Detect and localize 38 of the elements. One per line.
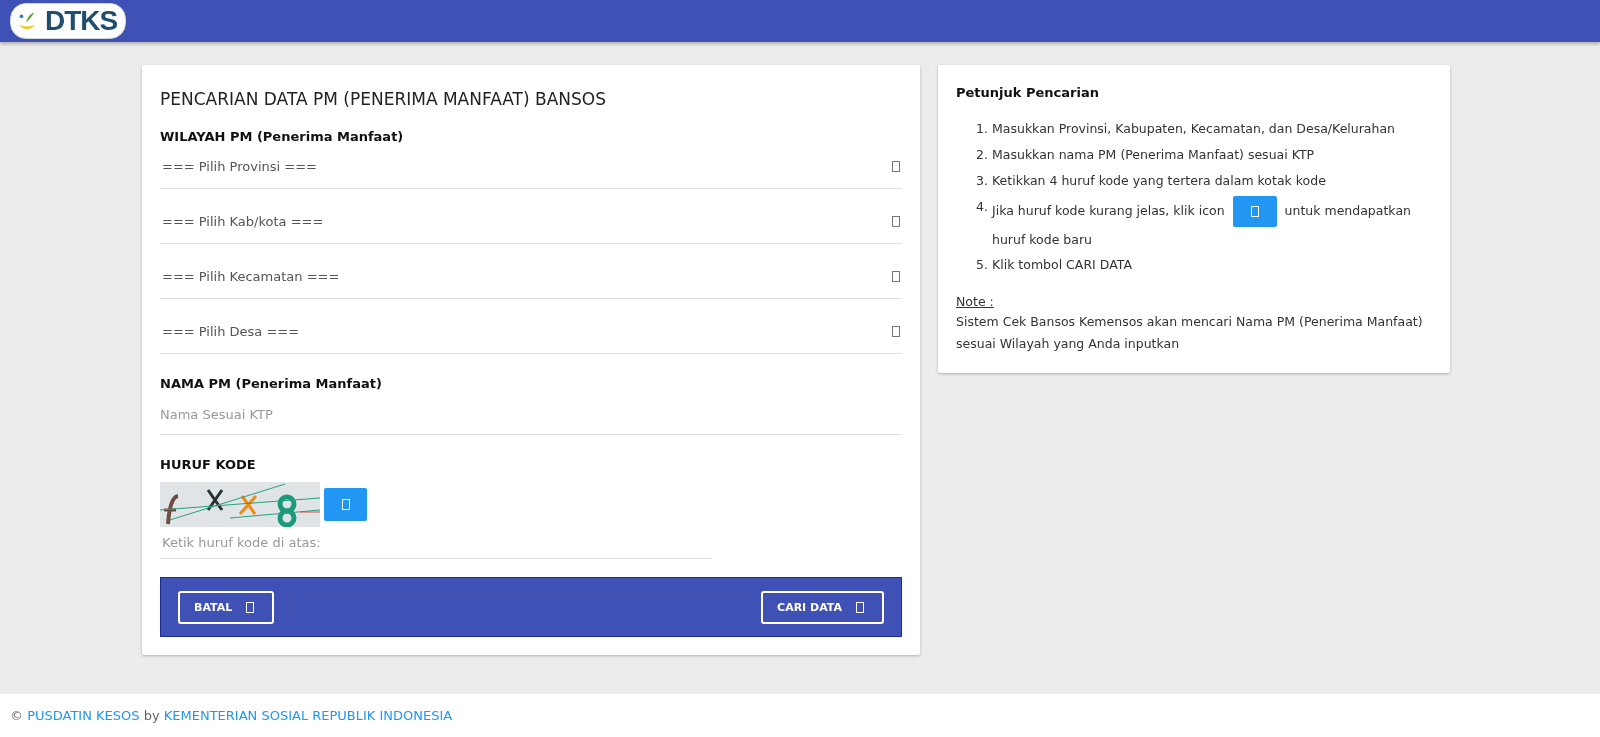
refresh-button[interactable] — [324, 488, 367, 521]
region-label: WILAYAH PM (Penerima Manfaat) — [160, 129, 405, 144]
step-text: huruf kode baru — [992, 231, 1092, 249]
rectangle-icon — [341, 499, 350, 510]
select-field[interactable]: === Pilih Kecamatan === — [160, 254, 902, 299]
note-label: Note : — [956, 294, 995, 309]
cancel-button[interactable]: BATAL — [178, 590, 275, 624]
instructions-title: Petunjuk Pencarian — [956, 85, 1100, 100]
search-button[interactable]: CARI DATA — [761, 590, 884, 624]
rectangle-icon — [892, 160, 900, 172]
step-text: Klik tombol CARI DATA — [992, 256, 1132, 274]
logo-text: DTKS — [44, 6, 119, 36]
step-text: untuk mendapatkan — [1284, 202, 1411, 220]
select-field[interactable]: === Pilih Desa === — [160, 309, 902, 354]
select-field[interactable]: === Pilih Kab/kota === — [160, 199, 902, 244]
step-text: Ketikkan 4 huruf kode yang tertera dalam kotak kode — [992, 172, 1326, 190]
rectangle-icon — [856, 601, 864, 613]
refresh-button[interactable] — [1232, 195, 1277, 227]
logo[interactable]: DTKS — [10, 3, 127, 39]
step-text: Jika huruf kode kurang jelas, klik icon — [992, 202, 1225, 220]
step-number: 3. — [975, 172, 988, 190]
step-number: 2. — [975, 146, 988, 164]
note-text: Sistem Cek Bansos Kemensos akan mencari Nama PM (Penerima Manfaat) sesuai Wilayah yang Anda inputkan — [956, 313, 1424, 353]
select-field[interactable]: === Pilih Provinsi === — [160, 144, 902, 189]
rectangle-icon — [246, 601, 255, 613]
rectangle-icon — [1250, 205, 1259, 217]
step-number: 1. — [975, 120, 988, 138]
code-label: HURUF KODE — [160, 457, 257, 472]
step-text: Masukkan nama PM (Penerima Manfaat) sesuai KTP — [992, 146, 1315, 164]
form-title: PENCARIAN DATA PM (PENERIMA MANFAAT) BANSOS — [160, 88, 607, 109]
footer-text: © PUSDATIN KESOS by KEMENTERIAN SOSIAL REPUBLIK INDONESIA — [10, 708, 453, 723]
name-label: NAMA PM (Penerima Manfaat) — [160, 376, 383, 391]
rectangle-icon — [892, 325, 900, 337]
step-text: Masukkan Provinsi, Kabupaten, Kecamatan, dan Desa/Kelurahan — [992, 120, 1395, 138]
step-number: 4. — [975, 198, 988, 216]
step-number: 5. — [975, 256, 988, 274]
rectangle-icon — [892, 270, 900, 282]
rectangle-icon — [892, 215, 900, 227]
